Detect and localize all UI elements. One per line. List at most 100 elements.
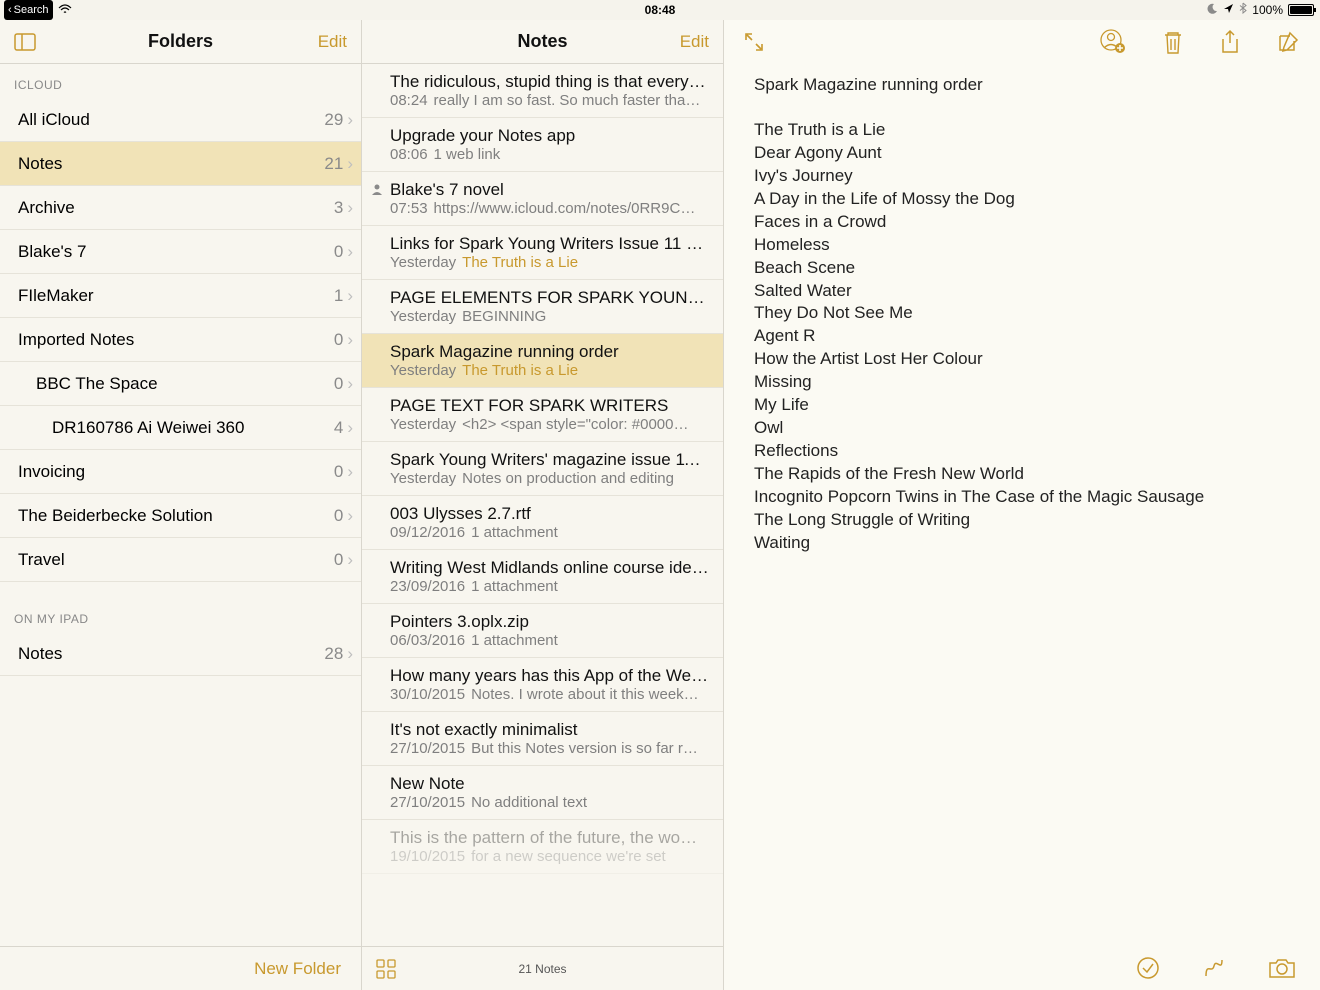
back-to-search-label: Search [14,0,49,20]
note-date: Yesterday [390,470,456,487]
note-row[interactable]: New Note27/10/2015No additional text [362,766,723,820]
folder-row[interactable]: Blake's 70› [0,230,361,274]
folder-row[interactable]: The Beiderbecke Solution0› [0,494,361,538]
checklist-icon[interactable] [1136,956,1160,980]
note-preview: really I am so fast. So much faster tha… [434,92,701,109]
location-icon [1223,0,1234,20]
note-row[interactable]: How many years has this App of the We…30… [362,658,723,712]
folder-row[interactable]: Notes28› [0,632,361,676]
note-preview: But this Notes version is so far r… [471,740,698,757]
folder-row[interactable]: Travel0› [0,538,361,582]
note-subline: YesterdayThe Truth is a Lie [390,254,709,271]
note-title: It's not exactly minimalist [390,720,709,740]
notes-list[interactable]: The ridiculous, stupid thing is that eve… [362,64,723,946]
note-subline: YesterdayBEGINNING [390,308,709,325]
add-person-icon[interactable] [1100,29,1126,55]
camera-icon[interactable] [1268,957,1296,979]
note-line: The Rapids of the Fresh New World [754,463,1290,486]
new-folder-button[interactable]: New Folder [254,959,341,979]
folder-name: FIleMaker [18,286,334,306]
folder-row[interactable]: Imported Notes0› [0,318,361,362]
note-row[interactable]: Spark Young Writers' magazine issue 11…Y… [362,442,723,496]
trash-icon[interactable] [1162,29,1184,55]
detail-toolbar [724,20,1320,64]
chevron-right-icon: › [347,154,353,174]
folder-name: Archive [18,198,334,218]
sketch-icon[interactable] [1202,956,1226,980]
notes-navbar: Notes Edit [362,20,723,64]
note-date: 19/10/2015 [390,848,465,865]
back-to-search-chip[interactable]: ‹ Search [4,0,53,20]
note-subline: 09/12/20161 attachment [390,524,709,541]
folder-count: 0 [334,506,343,526]
note-row[interactable]: Upgrade your Notes app08:061 web link [362,118,723,172]
folders-list: ICLOUDAll iCloud29›Notes21›Archive3›Blak… [0,64,361,676]
folder-count: 1 [334,286,343,306]
notes-bottom-bar: 21 Notes [362,946,723,990]
note-preview: <h2> <span style="color: #0000… [462,416,688,433]
folders-column: Folders Edit ICLOUDAll iCloud29›Notes21›… [0,20,362,990]
note-row[interactable]: Links for Spark Young Writers Issue 11 p… [362,226,723,280]
compose-icon[interactable] [1276,30,1300,54]
note-line: Beach Scene [754,257,1290,280]
note-preview: https://www.icloud.com/notes/0RR9C… [434,200,696,217]
note-subline: 06/03/20161 attachment [390,632,709,649]
chevron-right-icon: › [347,462,353,482]
note-date: 27/10/2015 [390,794,465,811]
do-not-disturb-icon [1207,0,1218,20]
notes-edit-button[interactable]: Edit [680,32,709,52]
note-line: Waiting [754,532,1290,555]
note-preview: 1 web link [434,146,501,163]
note-detail-column: Spark Magazine running order The Truth is… [724,20,1320,990]
folder-row[interactable]: Archive3› [0,186,361,230]
note-row[interactable]: Blake's 7 novel07:53 https://www.icloud.c… [362,172,723,226]
note-row[interactable]: This is the pattern of the future, the w… [362,820,723,874]
note-preview: 1 attachment [471,524,558,541]
folder-row[interactable]: DR160786 Ai Weiwei 3604› [0,406,361,450]
note-date: 07:53 [390,200,428,217]
detail-footer [1136,946,1320,990]
note-title: Spark Young Writers' magazine issue 11… [390,450,709,470]
note-row[interactable]: Pointers 3.oplx.zip06/03/20161 attachmen… [362,604,723,658]
fullscreen-icon[interactable] [744,32,764,52]
note-preview: BEGINNING [462,308,546,325]
folder-row[interactable]: All iCloud29› [0,98,361,142]
note-row[interactable]: Spark Magazine running orderYesterdayThe… [362,334,723,388]
chevron-left-icon: ‹ [8,0,12,20]
folder-name: Imported Notes [18,330,334,350]
note-preview: No additional text [471,794,587,811]
folder-name: Notes [18,154,324,174]
folder-row[interactable]: FIleMaker1› [0,274,361,318]
note-row[interactable]: Writing West Midlands online course ide…… [362,550,723,604]
note-body[interactable]: Spark Magazine running order The Truth is… [724,64,1320,565]
note-subline: 08:24really I am so fast. So much faster… [390,92,709,109]
attachments-grid-icon[interactable] [376,959,396,979]
folder-row[interactable]: Invoicing0› [0,450,361,494]
chevron-right-icon: › [347,242,353,262]
note-subline: Yesterday Notes on production and editing [390,470,709,487]
share-icon[interactable] [1220,29,1240,55]
note-line: The Truth is a Lie [754,119,1290,142]
note-row[interactable]: It's not exactly minimalist27/10/2015But… [362,712,723,766]
note-row[interactable]: 003 Ulysses 2.7.rtf09/12/20161 attachmen… [362,496,723,550]
note-preview: 1 attachment [471,578,558,595]
note-line: They Do Not See Me [754,302,1290,325]
note-preview: Notes on production and editing [462,470,674,487]
note-line: Agent R [754,325,1290,348]
note-row[interactable]: PAGE ELEMENTS FOR SPARK YOUNG…YesterdayB… [362,280,723,334]
note-row[interactable]: The ridiculous, stupid thing is that eve… [362,64,723,118]
sidebar-toggle-icon[interactable] [14,33,36,51]
note-date: 30/10/2015 [390,686,465,703]
folder-count: 21 [324,154,343,174]
wifi-icon [58,0,72,20]
note-row[interactable]: PAGE TEXT FOR SPARK WRITERSYesterday<h2>… [362,388,723,442]
folder-row[interactable]: Notes21› [0,142,361,186]
note-detail-title: Spark Magazine running order [754,74,1290,97]
folder-count: 29 [324,110,343,130]
folders-edit-button[interactable]: Edit [318,32,347,52]
note-subline: 07:53 https://www.icloud.com/notes/0RR9C… [390,200,709,217]
chevron-right-icon: › [347,550,353,570]
folder-row[interactable]: BBC The Space0› [0,362,361,406]
note-title: 003 Ulysses 2.7.rtf [390,504,709,524]
note-title: Blake's 7 novel [390,180,709,200]
